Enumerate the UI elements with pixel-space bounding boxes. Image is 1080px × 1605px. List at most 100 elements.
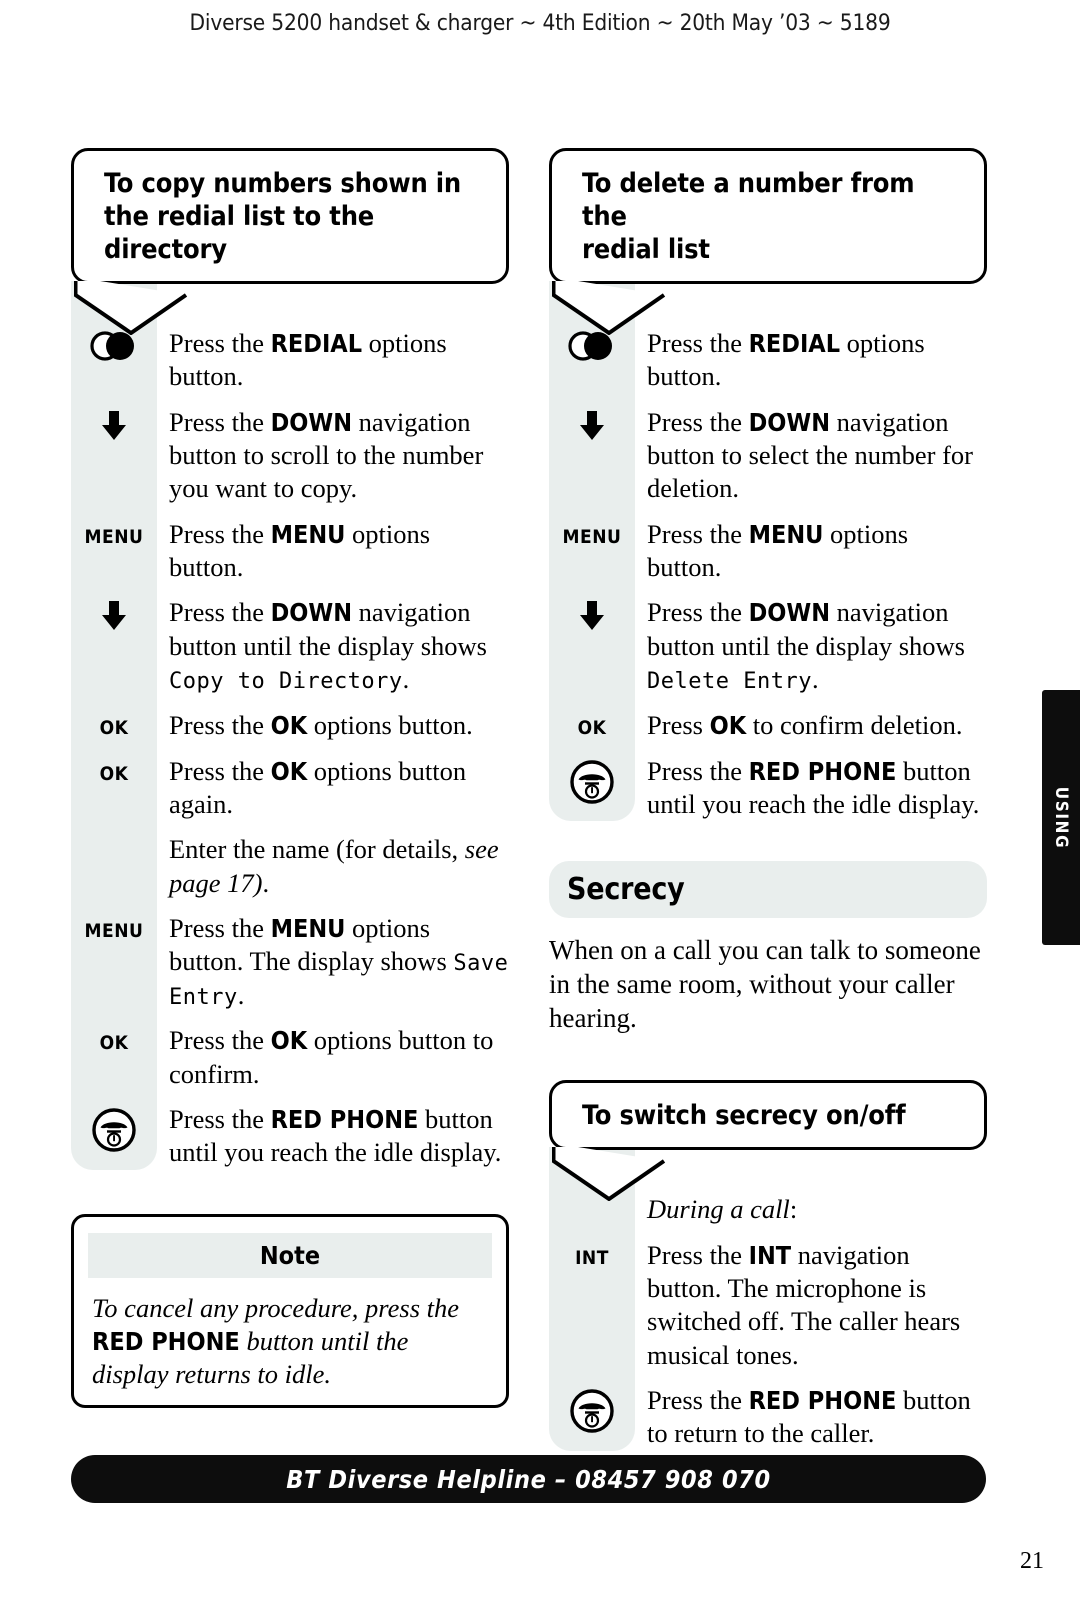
- step-instruction-text: Press the DOWN navigation button to scro…: [169, 406, 484, 504]
- callout-delete-number: To delete a number from the redial list: [549, 148, 987, 335]
- side-tab-using: USING: [1042, 690, 1080, 945]
- step-instruction-text: Press the DOWN navigation button until t…: [169, 597, 487, 695]
- step-instruction-text: Press the MENU options button.: [169, 518, 431, 583]
- menu-button-icon: MENU: [84, 525, 144, 548]
- section-heading-secrecy: Secrecy: [549, 861, 987, 919]
- callout-title: To switch secrecy on/off: [582, 1099, 906, 1131]
- step-instruction-text: Press the DOWN navigation button until t…: [647, 597, 965, 695]
- step-list-switch-secrecy: During a call: INT Press the INT navigatio…: [549, 1146, 987, 1451]
- step-instruction-text: Press OK to confirm deletion.: [647, 709, 963, 740]
- step-instruction-text: Press the RED PHONE button until you rea…: [647, 755, 980, 819]
- callout-title-line2: the redial list to the directory: [104, 200, 375, 265]
- step-row: Press the DOWN navigation button to sele…: [549, 406, 987, 506]
- step-instruction-text: Press the OK options button again.: [169, 755, 467, 819]
- step-row: Press the RED PHONE button to return to …: [549, 1384, 987, 1451]
- icon-slot: [71, 1103, 157, 1153]
- step-instruction-text: Press the RED PHONE button until you rea…: [169, 1103, 502, 1168]
- footer-helpline-bar: BT Diverse Helpline – 08457 908 070: [71, 1455, 986, 1503]
- step-instruction-text: Press the OK options button.: [169, 709, 473, 740]
- step-instruction-text: Press the DOWN navigation button to sele…: [647, 406, 974, 504]
- step-row: Press the REDIAL options button.: [549, 327, 987, 394]
- step-instruction-text: Enter the name (for details, see page 17…: [169, 834, 499, 898]
- icon-slot: MENU: [71, 518, 157, 552]
- callout-title-line1: To copy numbers shown in: [104, 168, 462, 199]
- step-row: INT Press the INT navigation button. The …: [549, 1239, 987, 1373]
- menu-button-icon: MENU: [84, 920, 144, 943]
- red-phone-icon: [92, 1108, 136, 1152]
- ok-button-icon: OK: [99, 762, 129, 785]
- step-row: OK Press the OK options button again.: [71, 755, 509, 822]
- redial-icon: [568, 331, 612, 361]
- icon-slot: OK: [71, 1024, 157, 1058]
- step-list-copy-numbers: Press the REDIAL options button. Press th…: [71, 280, 509, 1170]
- icon-slot: OK: [71, 755, 157, 789]
- icon-slot: [549, 596, 635, 632]
- icon-slot: [549, 1384, 635, 1434]
- note-header: Note: [88, 1232, 492, 1278]
- step-row: OK Press the OK options button to confirm…: [71, 1024, 509, 1091]
- icon-slot: MENU: [549, 518, 635, 552]
- page-header: Diverse 5200 handset & charger ~ 4th Edi…: [189, 10, 891, 36]
- callout-title: To delete a number from the redial list: [582, 168, 964, 267]
- step-row: Press the DOWN navigation button to scro…: [71, 406, 509, 506]
- step-instruction-text: Press the INT navigation button. The mic…: [647, 1239, 961, 1370]
- step-row: Enter the name (for details, see page 17…: [71, 833, 509, 900]
- icon-slot: [549, 755, 635, 805]
- callout-title: To copy numbers shown in the redial list…: [104, 168, 486, 267]
- callout-switch-secrecy: To switch secrecy on/off: [549, 1079, 987, 1201]
- step-row: Press the RED PHONE button until you rea…: [549, 755, 987, 822]
- callout-title-line1: To delete a number from the: [582, 168, 915, 232]
- side-tab-label: USING: [1051, 786, 1071, 849]
- icon-slot-empty: [71, 833, 157, 867]
- step-instruction-text: Press the REDIAL options button.: [169, 327, 447, 392]
- icon-slot: [71, 327, 157, 361]
- step-row: Press the REDIAL options button.: [71, 327, 509, 394]
- step-row: MENU Press the MENU options button. The d…: [71, 912, 509, 1012]
- step-instruction-text: Press the MENU options button. The displ…: [169, 913, 509, 1010]
- note-box: Note To cancel any procedure, press the …: [71, 1213, 509, 1409]
- icon-slot: [71, 406, 157, 442]
- step-instruction-text: During a call:: [647, 1193, 798, 1224]
- step-row: OK Press the OK options button.: [71, 709, 509, 743]
- icon-slot: [549, 327, 635, 361]
- int-button-icon: INT: [575, 1246, 609, 1269]
- icon-slot: [71, 596, 157, 632]
- step-instruction-text: Press the RED PHONE button to return to …: [647, 1385, 971, 1449]
- redial-icon: [90, 331, 134, 361]
- section-title: Secrecy: [567, 872, 685, 908]
- icon-slot: MENU: [71, 912, 157, 946]
- note-body: To cancel any procedure, press the RED P…: [92, 1292, 460, 1389]
- step-list-delete-number: Press the REDIAL options button. Press th…: [549, 280, 987, 822]
- ok-button-icon: OK: [577, 716, 607, 739]
- section-paragraph: When on a call you can talk to someone i…: [549, 935, 981, 1033]
- step-instruction-text: Press the REDIAL options button.: [647, 327, 925, 392]
- icon-slot: [549, 406, 635, 442]
- down-arrow-icon: [580, 601, 604, 631]
- ok-button-icon: OK: [99, 1032, 129, 1055]
- ok-button-icon: OK: [99, 716, 129, 739]
- red-phone-icon: [570, 759, 614, 804]
- step-row: OK Press OK to confirm deletion.: [549, 709, 987, 743]
- down-arrow-icon: [580, 410, 604, 440]
- step-row: MENU Press the MENU options button.: [549, 518, 987, 585]
- step-row: Press the RED PHONE button until you rea…: [71, 1103, 509, 1170]
- callout-copy-numbers: To copy numbers shown in the redial list…: [71, 148, 509, 335]
- down-arrow-icon: [102, 601, 126, 631]
- callout-title-line2: redial list: [582, 233, 710, 265]
- step-row: MENU Press the MENU options button.: [71, 518, 509, 585]
- footer-helpline-text: BT Diverse Helpline – 08457 908 070: [286, 1464, 771, 1494]
- step-row: During a call:: [549, 1193, 987, 1227]
- icon-slot: INT: [549, 1239, 635, 1273]
- step-row: Press the DOWN navigation button until t…: [71, 596, 509, 696]
- menu-button-icon: MENU: [562, 525, 622, 548]
- left-column: To copy numbers shown in the redial list…: [71, 148, 509, 1409]
- icon-slot-empty: [549, 1193, 635, 1227]
- page-number: 21: [1020, 1548, 1044, 1574]
- step-instruction-text: Press the OK options button to confirm.: [169, 1025, 494, 1089]
- down-arrow-icon: [102, 410, 126, 440]
- icon-slot: OK: [549, 709, 635, 743]
- red-phone-icon: [570, 1389, 614, 1433]
- right-column: To delete a number from the redial list …: [549, 148, 987, 1463]
- step-row: Press the DOWN navigation button until t…: [549, 596, 987, 696]
- step-instruction-text: Press the MENU options button.: [647, 518, 909, 583]
